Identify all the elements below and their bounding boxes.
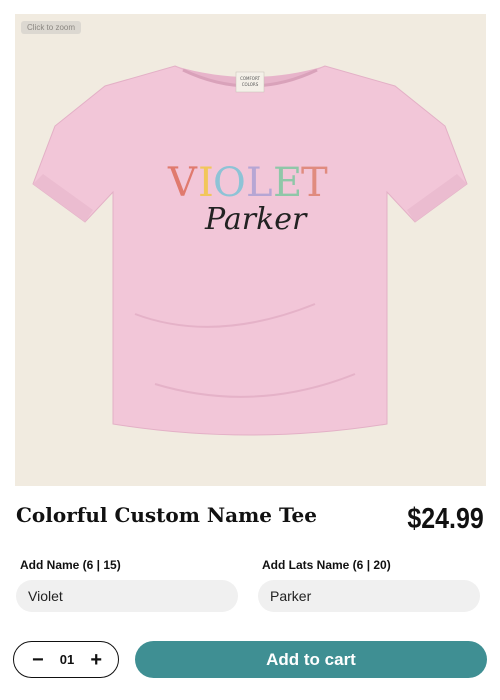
- quantity-value: 01: [59, 652, 75, 667]
- svg-text:COMFORT: COMFORT: [240, 76, 260, 81]
- svg-text:O: O: [213, 160, 246, 206]
- svg-text:Parker: Parker: [204, 202, 308, 237]
- t-shirt-image: COMFORT COLORS V I O L E T Parker: [32, 65, 468, 436]
- svg-text:T: T: [301, 160, 328, 206]
- svg-text:L: L: [246, 160, 273, 206]
- svg-text:V: V: [167, 160, 198, 206]
- product-image[interactable]: COMFORT COLORS V I O L E T Parker Click …: [15, 14, 486, 486]
- svg-text:I: I: [198, 160, 214, 206]
- last-name-input[interactable]: [258, 580, 480, 612]
- increment-button[interactable]: +: [90, 650, 102, 670]
- first-name-label: Add Name (6 | 15): [20, 558, 121, 572]
- product-title: Colorful Custom Name Tee: [16, 503, 317, 527]
- decrement-button[interactable]: −: [32, 650, 44, 670]
- last-name-label: Add Lats Name (6 | 20): [262, 558, 391, 572]
- product-price: $24.99: [407, 503, 484, 535]
- zoom-hint[interactable]: Click to zoom: [21, 21, 82, 34]
- first-name-input[interactable]: [16, 580, 238, 612]
- quantity-stepper[interactable]: − 01 +: [13, 641, 119, 678]
- svg-text:COLORS: COLORS: [242, 82, 259, 87]
- add-to-cart-button[interactable]: Add to cart: [135, 641, 487, 678]
- svg-text:E: E: [273, 160, 302, 206]
